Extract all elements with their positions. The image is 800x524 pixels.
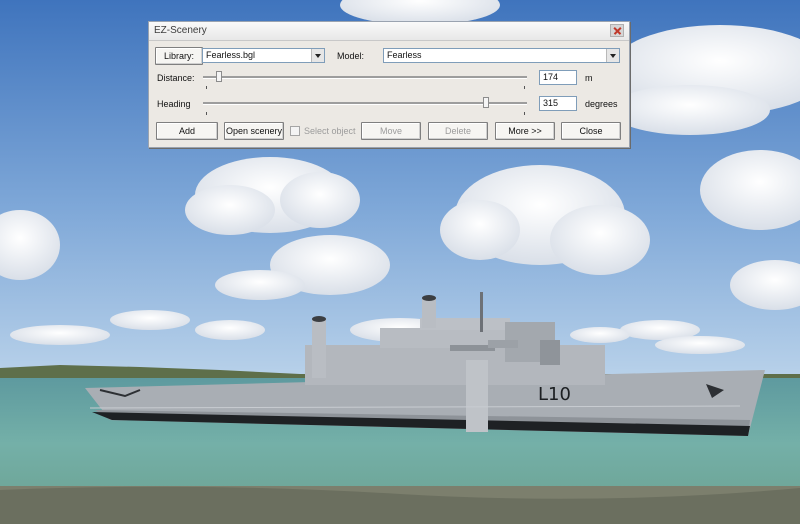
heading-label: Heading bbox=[157, 99, 191, 109]
distance-label: Distance: bbox=[157, 73, 195, 83]
distance-tick-end bbox=[524, 86, 525, 89]
dialog-title: EZ-Scenery bbox=[154, 25, 207, 36]
add-button[interactable]: Add bbox=[156, 122, 218, 140]
distance-slider-track bbox=[203, 76, 527, 79]
distance-input[interactable]: 174 bbox=[539, 70, 577, 85]
heading-unit: degrees bbox=[585, 99, 618, 109]
move-button[interactable]: Move bbox=[361, 122, 421, 140]
ship-funnel-aft bbox=[312, 318, 326, 378]
titlebar: EZ-Scenery bbox=[149, 22, 629, 41]
ez-scenery-dialog: EZ-Scenery Library: Fearless.bgl Model: … bbox=[148, 21, 630, 148]
chevron-down-icon[interactable] bbox=[606, 49, 619, 62]
select-object-checkbox[interactable] bbox=[290, 126, 300, 136]
heading-tick-end bbox=[524, 112, 525, 115]
ship-funnel-fore bbox=[422, 298, 436, 328]
delete-button[interactable]: Delete bbox=[428, 122, 488, 140]
heading-slider[interactable] bbox=[203, 97, 527, 109]
model-value: Fearless bbox=[387, 50, 422, 60]
distance-unit: m bbox=[585, 73, 593, 83]
chevron-down-icon[interactable] bbox=[311, 49, 324, 62]
heading-slider-thumb[interactable] bbox=[483, 97, 489, 108]
library-select[interactable]: Fearless.bgl bbox=[202, 48, 325, 63]
library-button[interactable]: Library: bbox=[155, 47, 203, 65]
open-scenery-button[interactable]: Open scenery bbox=[224, 122, 284, 140]
distance-slider[interactable] bbox=[203, 71, 527, 83]
close-button[interactable]: Close bbox=[561, 122, 621, 140]
heading-slider-track bbox=[203, 102, 527, 105]
model-select[interactable]: Fearless bbox=[383, 48, 620, 63]
heading-input[interactable]: 315 bbox=[539, 96, 577, 111]
model-label: Model: bbox=[337, 51, 365, 61]
heading-tick-start bbox=[206, 112, 207, 115]
more-button[interactable]: More >> bbox=[495, 122, 555, 140]
select-object-label: Select object bbox=[304, 126, 356, 136]
library-value: Fearless.bgl bbox=[206, 50, 256, 60]
close-icon[interactable] bbox=[610, 24, 624, 37]
distance-tick-start bbox=[206, 86, 207, 89]
ship-hull-number: L10 bbox=[538, 384, 571, 405]
distance-slider-thumb[interactable] bbox=[216, 71, 222, 82]
